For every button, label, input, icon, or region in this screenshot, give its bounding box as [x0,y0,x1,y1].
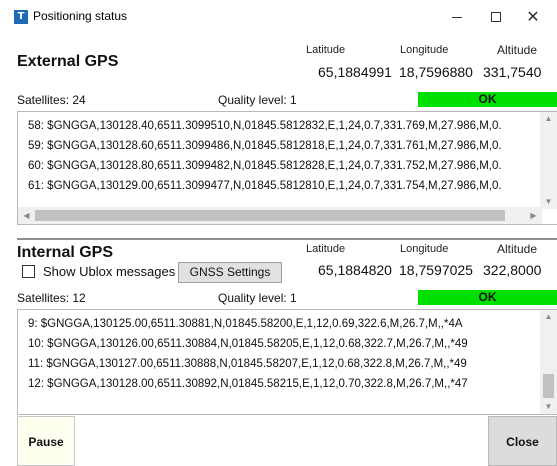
external-status-badge: OK [418,92,557,107]
vertical-scroll-thumb[interactable] [543,374,554,398]
internal-latitude-label: Latitude [306,243,346,255]
external-latitude-label: Latitude [306,44,346,56]
scroll-down-icon[interactable]: ▼ [540,400,557,414]
title-bar: T Positioning status ✕ [0,0,557,34]
maximize-icon [491,12,501,22]
log-line: 61: $GNGGA,130129.00,6511.3099477,N,0184… [28,180,502,192]
maximize-button[interactable] [475,4,517,30]
scroll-up-icon[interactable]: ▲ [540,112,557,126]
window-title: Positioning status [33,9,128,23]
pause-button[interactable]: Pause [17,416,75,466]
scroll-down-icon[interactable]: ▼ [540,195,557,209]
internal-latitude-value: 65,1884820 [318,262,392,278]
internal-altitude-label: Altitude [497,242,538,256]
gnss-settings-button[interactable]: GNSS Settings [178,262,282,283]
internal-log-vertical-scrollbar[interactable]: ▲ ▼ [540,310,557,414]
scroll-left-icon[interactable]: ◀ [18,207,35,224]
show-ublox-label[interactable]: Show Ublox messages [43,264,175,279]
section-divider [17,238,557,240]
app-icon: T [14,10,28,24]
internal-longitude-value: 18,7597025 [399,262,473,278]
external-longitude-value: 18,7596880 [399,64,473,80]
external-log-horizontal-scrollbar[interactable]: ◀ ▶ [18,207,542,224]
horizontal-scroll-thumb[interactable] [35,210,505,221]
internal-quality-level: Quality level: 1 [218,291,297,305]
internal-satellites: Satellites: 12 [17,291,86,305]
close-icon: ✕ [526,7,540,26]
window-close-button[interactable]: ✕ [512,4,554,30]
close-button[interactable]: Close [488,416,557,466]
external-log-list[interactable]: 58: $GNGGA,130128.40,6511.3099510,N,0184… [17,111,557,225]
log-line: 59: $GNGGA,130128.60,6511.3099486,N,0184… [28,140,502,152]
external-latitude-value: 65,1884991 [318,64,392,80]
scroll-up-icon[interactable]: ▲ [540,310,557,324]
external-quality-level: Quality level: 1 [218,93,297,107]
show-ublox-checkbox[interactable] [22,265,35,278]
internal-altitude-value: 322,8000 [483,262,542,278]
external-altitude-value: 331,7540 [483,64,542,80]
internal-log-list[interactable]: 9: $GNGGA,130125.00,6511.30881,N,01845.5… [17,309,557,415]
log-line: 9: $GNGGA,130125.00,6511.30881,N,01845.5… [28,318,463,330]
scroll-right-icon[interactable]: ▶ [525,207,542,224]
minimize-button[interactable] [436,4,478,30]
external-longitude-label: Longitude [400,44,449,56]
internal-status-badge: OK [418,290,557,305]
log-line: 11: $GNGGA,130127.00,6511.30888,N,01845.… [28,358,467,370]
internal-longitude-label: Longitude [400,243,449,255]
external-gps-title: External GPS [17,53,119,70]
log-line: 12: $GNGGA,130128.00,6511.30892,N,01845.… [28,378,468,390]
log-line: 58: $GNGGA,130128.40,6511.3099510,N,0184… [28,120,502,132]
minimize-icon [452,16,462,18]
external-log-vertical-scrollbar[interactable]: ▲ ▼ [540,112,557,209]
log-line: 60: $GNGGA,130128.80,6511.3099482,N,0184… [28,160,502,172]
external-altitude-label: Altitude [497,43,538,57]
log-line: 10: $GNGGA,130126.00,6511.30884,N,01845.… [28,338,468,350]
external-satellites: Satellites: 24 [17,93,86,107]
internal-gps-title: Internal GPS [17,244,114,261]
